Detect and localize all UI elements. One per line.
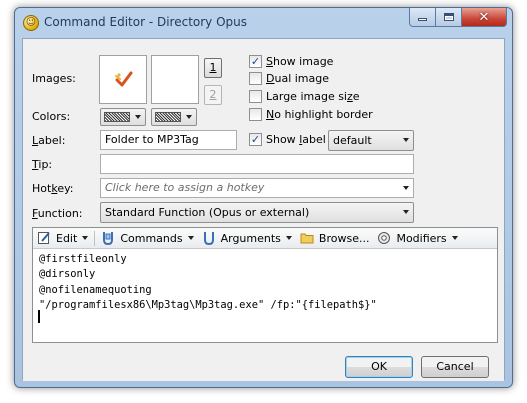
- arguments-icon: [203, 232, 214, 245]
- arguments-menu-button[interactable]: Arguments: [198, 229, 296, 248]
- modifiers-menu-label: Modifiers: [396, 231, 447, 245]
- commands-menu-label: Commands: [120, 231, 183, 245]
- mp3tag-icon: [115, 71, 133, 87]
- directory-opus-icon[interactable]: ☺: [23, 15, 39, 31]
- command-code[interactable]: @firstfileonly @dirsonly @nofilenamequot…: [39, 252, 377, 314]
- chevron-down-icon: [403, 138, 409, 142]
- cancel-button[interactable]: Cancel: [421, 356, 489, 378]
- label-mode-select[interactable]: default: [328, 130, 414, 151]
- image-two-label: 2: [209, 88, 217, 101]
- chevron-down-icon: [403, 210, 409, 214]
- label-mode-value: default: [333, 134, 372, 147]
- window-title: Command Editor - Directory Opus: [44, 15, 248, 29]
- code-line: @firstfileonly: [39, 253, 127, 265]
- label-input[interactable]: Folder to MP3Tag: [100, 130, 237, 150]
- toolbar-divider: [94, 230, 96, 246]
- chevron-down-icon: [451, 236, 458, 240]
- background-color-dropdown[interactable]: [151, 108, 197, 126]
- text-color-dropdown[interactable]: [100, 108, 146, 126]
- large-image-size-checkbox[interactable]: Large image size: [249, 90, 360, 103]
- hotkey-placeholder: Click here to assign a hotkey: [105, 181, 265, 194]
- hotkey-label: Hotkey:: [32, 182, 74, 195]
- no-highlight-border-box: [249, 108, 262, 121]
- modifiers-menu-button[interactable]: Modifiers: [373, 229, 461, 248]
- modifiers-icon: [378, 232, 391, 244]
- image-one-button[interactable]: 1: [204, 58, 222, 78]
- edit-menu-label: Edit: [56, 231, 78, 245]
- edit-menu-button[interactable]: Edit: [33, 229, 92, 248]
- show-image-label: Show image: [266, 55, 334, 68]
- show-image-check-icon: ✓: [249, 55, 262, 68]
- commands-menu-button[interactable]: Commands: [97, 229, 197, 248]
- code-line: "/programfilesx86\Mp3tag\Mp3tag.exe" /fp…: [39, 299, 377, 312]
- dual-image-box: [249, 72, 262, 85]
- edit-icon: [38, 232, 50, 244]
- dialog-client-area: Images: 1 2 ✓ Show image Dual image Larg…: [22, 38, 505, 381]
- text-color-swatch: [104, 112, 130, 122]
- ok-button[interactable]: OK: [345, 356, 413, 378]
- no-highlight-border-checkbox[interactable]: No highlight border: [249, 108, 373, 121]
- browse-button[interactable]: Browse...: [296, 229, 374, 248]
- close-button[interactable]: ✕: [462, 8, 507, 27]
- chevron-down-icon: [186, 115, 192, 119]
- browse-label: Browse...: [318, 231, 370, 245]
- image-two-button[interactable]: 2: [204, 85, 222, 105]
- tip-input[interactable]: [100, 154, 414, 174]
- chevron-down-icon: [82, 236, 89, 240]
- no-highlight-border-label: No highlight border: [266, 108, 373, 121]
- tip-label: Tip:: [32, 158, 53, 171]
- code-line: @dirsonly: [39, 268, 96, 281]
- title-bar[interactable]: ☺ Command Editor - Directory Opus ✕: [15, 8, 512, 38]
- show-image-checkbox[interactable]: ✓ Show image: [249, 55, 333, 68]
- images-label: Images:: [32, 72, 76, 85]
- minimize-button[interactable]: [409, 8, 436, 27]
- editor-toolbar: Edit Commands Arguments Browse... Modifi…: [33, 228, 497, 249]
- text-caret: [38, 310, 40, 323]
- large-image-size-label: Large image size: [266, 90, 360, 103]
- minimize-icon: [418, 18, 427, 21]
- image-one-label: 1: [209, 61, 217, 74]
- maximize-icon: [443, 13, 454, 21]
- folder-icon: [300, 233, 314, 244]
- colors-label: Colors:: [32, 110, 71, 123]
- commands-icon: [103, 232, 114, 245]
- dual-image-label: Dual image: [266, 72, 330, 85]
- chevron-down-icon: [285, 236, 292, 240]
- function-type-select[interactable]: Standard Function (Opus or external): [100, 202, 414, 223]
- command-editor[interactable]: Edit Commands Arguments Browse... Modifi…: [32, 227, 498, 343]
- large-image-size-box: [249, 90, 262, 103]
- dialog-footer: OK Cancel: [23, 345, 504, 381]
- chevron-down-icon: [135, 115, 141, 119]
- show-label-text: Show label: [266, 133, 326, 146]
- command-editor-window: ☺ Command Editor - Directory Opus ✕ Imag…: [14, 7, 513, 388]
- label-field-label: Label:: [32, 134, 66, 147]
- chevron-down-icon: [403, 186, 409, 190]
- caption-buttons: ✕: [409, 8, 507, 27]
- chevron-down-icon: [187, 236, 194, 240]
- close-icon: ✕: [478, 9, 490, 25]
- primary-image-well[interactable]: [99, 55, 147, 104]
- secondary-image-well[interactable]: [151, 55, 199, 104]
- code-line: @nofilenamequoting: [39, 283, 152, 296]
- maximize-button[interactable]: [436, 8, 462, 27]
- arguments-menu-label: Arguments: [220, 231, 281, 245]
- show-label-checkbox[interactable]: ✓ Show label: [249, 133, 326, 146]
- show-label-check-icon: ✓: [249, 133, 262, 146]
- dual-image-checkbox[interactable]: Dual image: [249, 72, 329, 85]
- function-label: Function:: [32, 207, 83, 220]
- background-color-swatch: [155, 112, 181, 122]
- hotkey-input[interactable]: Click here to assign a hotkey: [100, 178, 414, 198]
- function-type-value: Standard Function (Opus or external): [105, 206, 310, 219]
